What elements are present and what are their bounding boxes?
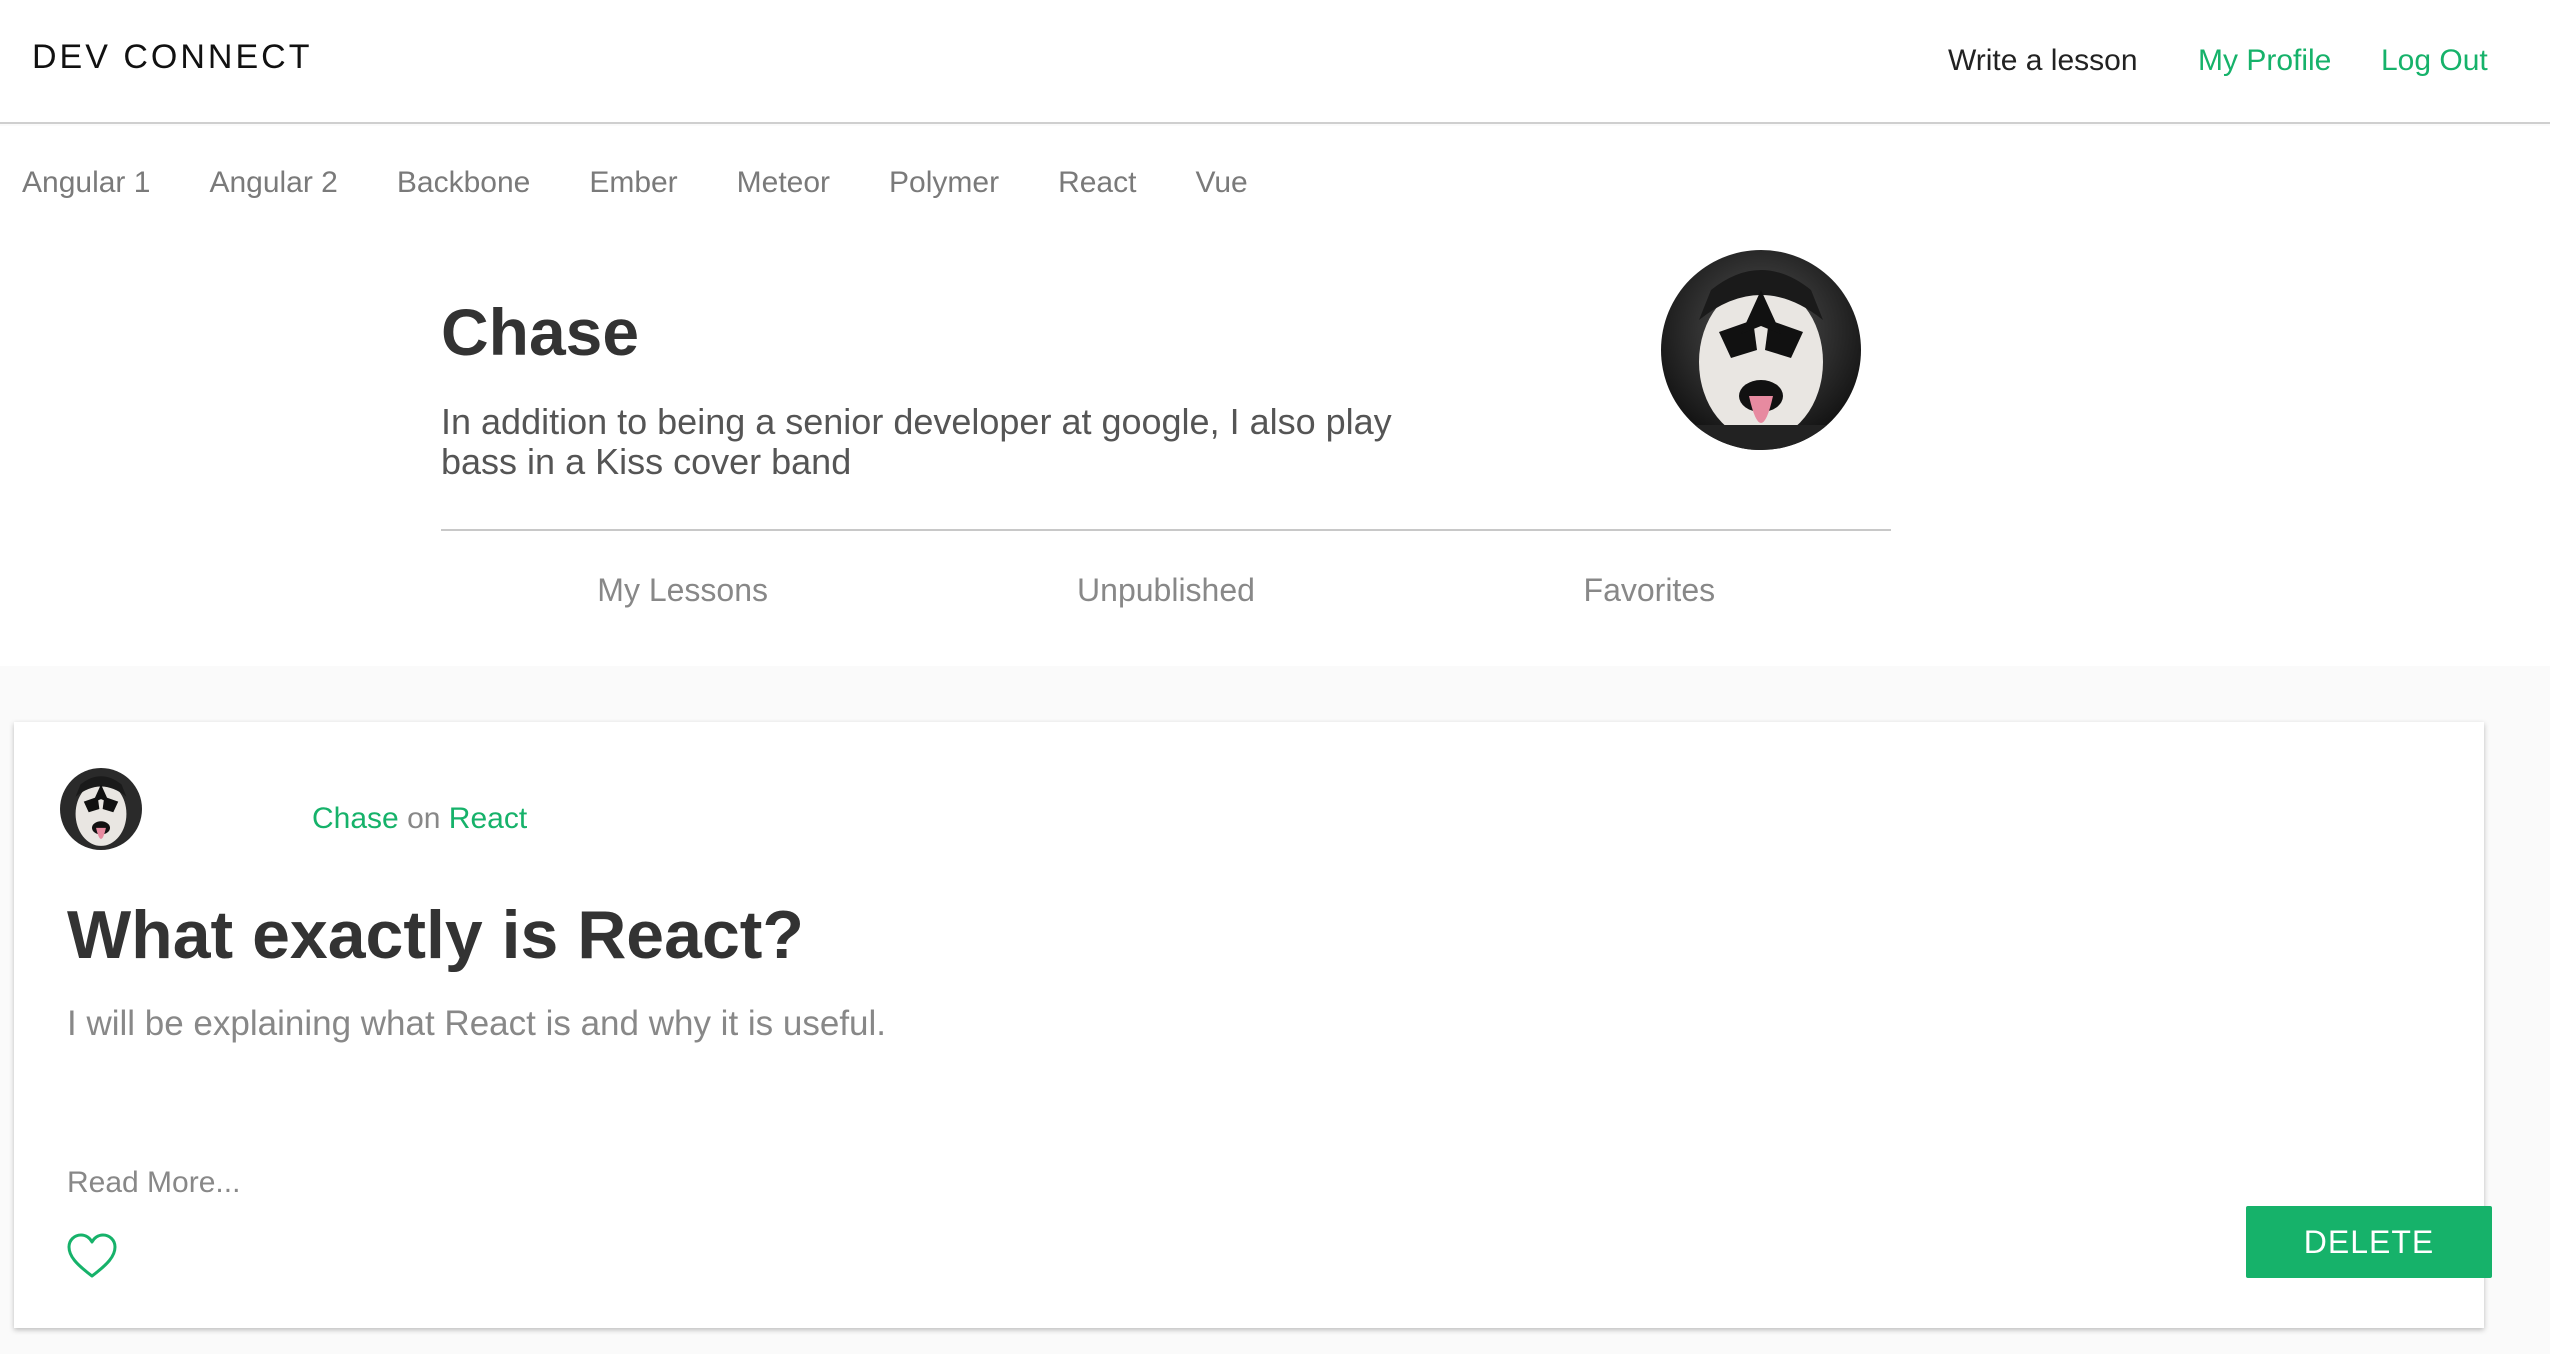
lesson-meta: Chase on React [312, 802, 527, 836]
topic-angular-2[interactable]: Angular 2 [209, 166, 337, 210]
profile-name: Chase [441, 295, 640, 369]
topic-react[interactable]: React [1058, 166, 1136, 210]
author-link[interactable]: Chase [312, 802, 399, 835]
lesson-description: I will be explaining what React is and w… [67, 1004, 887, 1043]
tab-my-lessons[interactable]: My Lessons [441, 572, 924, 609]
profile-tabs: My Lessons Unpublished Favorites [441, 572, 1891, 609]
lesson-card: Chase on React What exactly is React? I … [14, 722, 2492, 1328]
author-avatar[interactable] [60, 768, 142, 850]
topic-vue[interactable]: Vue [1195, 166, 1247, 210]
write-lesson-link[interactable]: Write a lesson [1948, 44, 2138, 78]
topic-backbone[interactable]: Backbone [397, 166, 530, 210]
topic-meteor[interactable]: Meteor [737, 166, 830, 210]
profile-divider [441, 529, 1891, 531]
brand-logo[interactable]: DEV CONNECT [32, 38, 312, 77]
heart-outline-icon [67, 1233, 117, 1278]
profile-avatar [1661, 250, 1861, 450]
read-more-link[interactable]: Read More... [67, 1166, 240, 1200]
log-out-link[interactable]: Log Out [2381, 44, 2488, 78]
face-paint-avatar-icon [1661, 250, 1861, 450]
meta-on-text: on [407, 802, 441, 835]
tab-unpublished[interactable]: Unpublished [924, 572, 1407, 609]
topic-link[interactable]: React [449, 802, 527, 835]
tab-favorites[interactable]: Favorites [1408, 572, 1891, 609]
top-navbar: DEV CONNECT Write a lesson My Profile Lo… [0, 0, 2550, 124]
topic-nav: Angular 1 Angular 2 Backbone Ember Meteo… [0, 166, 1285, 210]
favorite-button[interactable] [66, 1232, 122, 1284]
profile-bio: In addition to being a senior developer … [441, 401, 1392, 482]
topic-polymer[interactable]: Polymer [889, 166, 999, 210]
profile-section: Angular 1 Angular 2 Backbone Ember Meteo… [0, 126, 2550, 666]
topic-angular-1[interactable]: Angular 1 [22, 166, 150, 210]
face-paint-avatar-icon [60, 768, 142, 850]
lesson-title[interactable]: What exactly is React? [67, 896, 804, 974]
delete-button[interactable]: DELETE [2246, 1206, 2492, 1278]
my-profile-link[interactable]: My Profile [2198, 44, 2331, 78]
topic-ember[interactable]: Ember [589, 166, 677, 210]
